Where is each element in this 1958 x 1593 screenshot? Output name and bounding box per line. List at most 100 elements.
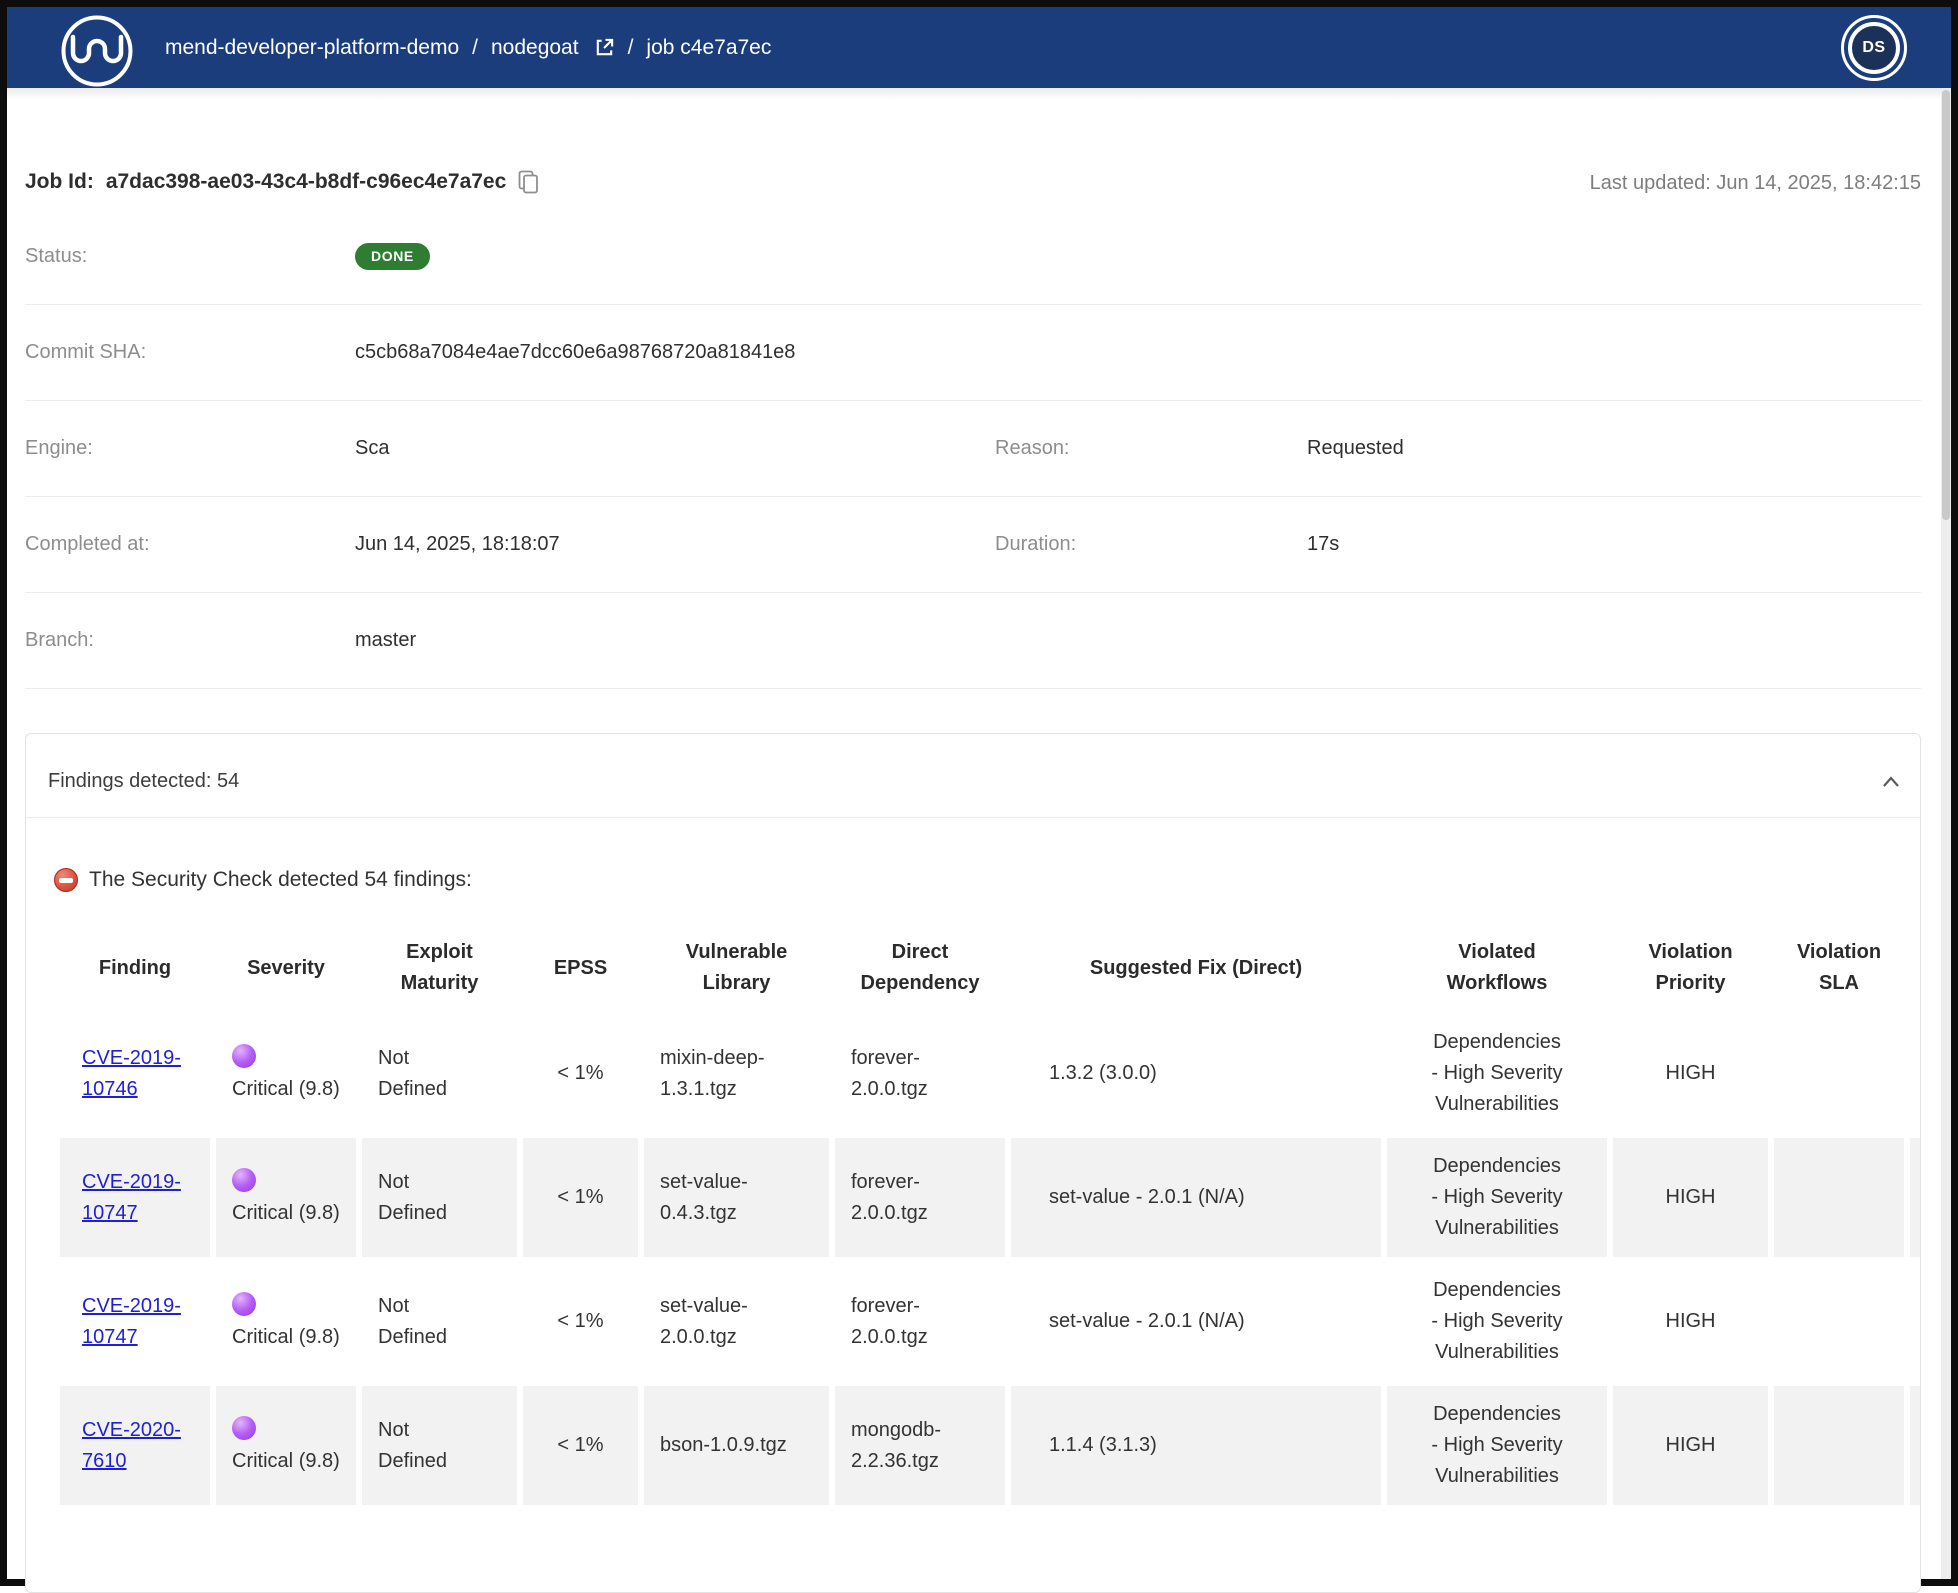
branch-value: master [355, 629, 995, 652]
severity-critical-icon [232, 1416, 256, 1440]
severity-critical-icon [232, 1044, 256, 1068]
status-badge: DONE [355, 243, 430, 270]
finding-row: CVE-2020-7610 Critical (9.8) Not Defined… [60, 1386, 1920, 1505]
commit-sha-value: c5cb68a7084e4ae7dcc60e6a98768720a81841e8 [355, 341, 995, 364]
finding-row: CVE-2019-10747 Critical (9.8) Not Define… [60, 1138, 1920, 1257]
findings-panel: Findings detected: 54 The Security Check… [25, 733, 1921, 1593]
suggested-fix-cell: 1.1.4 (3.1.3) [1011, 1386, 1381, 1505]
severity-cell: Critical (9.8) [216, 1262, 356, 1381]
navbar-shadow [7, 88, 1951, 100]
direct-dependency-cell: forever-2.0.0.tgz [835, 1262, 1005, 1381]
suggested-fix-cell: set-value - 2.0.1 (N/A) [1011, 1138, 1381, 1257]
epss-cell: < 1% [523, 1138, 638, 1257]
cve-link[interactable]: CVE-2019-10747 [82, 1295, 181, 1348]
findings-title: Findings detected: 54 [48, 770, 239, 793]
avatar-initials: DS [1848, 22, 1900, 74]
reason-label: Reason: [995, 437, 1307, 460]
col-violated-workflows: Violated Workflows [1387, 927, 1607, 1009]
job-id-value: a7dac398-ae03-43c4-b8df-c96ec4e7a7ec [106, 170, 506, 194]
breadcrumb: mend-developer-platform-demo / nodegoat … [165, 36, 771, 60]
mend-logo[interactable] [59, 13, 135, 89]
branch-label: Branch: [25, 629, 355, 652]
branch-row: Branch: master [25, 593, 1921, 689]
cve-link[interactable]: CVE-2019-10746 [82, 1047, 181, 1100]
table-header-row: Finding Severity Exploit Maturity EPSS V… [60, 927, 1920, 1009]
epss-cell: < 1% [523, 1262, 638, 1381]
direct-dependency-cell: forever-2.0.0.tgz [835, 1014, 1005, 1133]
severity-cell: Critical (9.8) [216, 1386, 356, 1505]
chevron-up-icon[interactable] [1882, 776, 1900, 788]
col-finding: Finding [60, 927, 210, 1009]
col-direct-dependency: Direct Dependency [835, 927, 1005, 1009]
job-id-label: Job Id: [25, 170, 94, 194]
direct-dependency-cell: forever-2.0.0.tgz [835, 1138, 1005, 1257]
severity-critical-icon [232, 1292, 256, 1316]
epss-cell: < 1% [523, 1386, 638, 1505]
vulnerable-library-cell: set-value-2.0.0.tgz [644, 1262, 829, 1381]
col-issue: Iss [1910, 927, 1920, 1009]
issue-cell[interactable]: # [1910, 1386, 1920, 1505]
commit-sha-label: Commit SHA: [25, 341, 355, 364]
findings-table: Finding Severity Exploit Maturity EPSS V… [54, 922, 1920, 1510]
duration-value: 17s [1307, 533, 1921, 556]
status-label: Status: [25, 245, 355, 268]
violation-priority-cell: HIGH [1613, 1386, 1768, 1505]
job-id-row: Job Id: a7dac398-ae03-43c4-b8df-c96ec4e7… [25, 170, 1921, 209]
vulnerable-library-cell: set-value-0.4.3.tgz [644, 1138, 829, 1257]
app-window: { "nav": { "breadcrumb": { "project": "m… [0, 0, 1958, 1586]
violation-priority-cell: HIGH [1613, 1014, 1768, 1133]
reason-value: Requested [1307, 437, 1921, 460]
violated-workflows-cell: Dependencies - High Severity Vulnerabili… [1387, 1386, 1607, 1505]
col-severity: Severity [216, 927, 356, 1009]
severity-critical-icon [232, 1168, 256, 1192]
page-scrollbar[interactable] [1941, 88, 1951, 1579]
finding-row: CVE-2019-10746 Critical (9.8) Not Define… [60, 1014, 1920, 1133]
findings-panel-body: The Security Check detected 54 findings:… [26, 868, 1920, 1540]
user-avatar[interactable]: DS [1841, 15, 1907, 81]
breadcrumb-project[interactable]: mend-developer-platform-demo [165, 36, 459, 60]
violation-sla-cell [1774, 1138, 1904, 1257]
duration-label: Duration: [995, 533, 1307, 556]
violation-sla-cell [1774, 1014, 1904, 1133]
exploit-maturity-cell: Not Defined [362, 1138, 517, 1257]
cve-link[interactable]: CVE-2019-10747 [82, 1171, 181, 1224]
cve-link[interactable]: CVE-2020-7610 [82, 1419, 181, 1472]
severity-cell: Critical (9.8) [216, 1014, 356, 1133]
violation-priority-cell: HIGH [1613, 1138, 1768, 1257]
exploit-maturity-cell: Not Defined [362, 1262, 517, 1381]
breadcrumb-separator: / [472, 36, 478, 60]
issue-cell[interactable]: # [1910, 1138, 1920, 1257]
last-updated: Last updated: Jun 14, 2025, 18:42:15 [1590, 172, 1921, 195]
epss-cell: < 1% [523, 1014, 638, 1133]
col-vulnerable-library: Vulnerable Library [644, 927, 829, 1009]
findings-panel-header[interactable]: Findings detected: 54 [26, 734, 1920, 818]
breadcrumb-separator: / [628, 36, 634, 60]
violated-workflows-cell: Dependencies - High Severity Vulnerabili… [1387, 1262, 1607, 1381]
col-epss: EPSS [523, 927, 638, 1009]
copy-icon[interactable] [518, 170, 539, 194]
completed-duration-row: Completed at: Jun 14, 2025, 18:18:07 Dur… [25, 497, 1921, 593]
col-violation-sla: Violation SLA [1774, 927, 1904, 1009]
issue-cell[interactable]: # [1910, 1014, 1920, 1133]
commit-row: Commit SHA: c5cb68a7084e4ae7dcc60e6a9876… [25, 305, 1921, 401]
direct-dependency-cell: mongodb-2.2.36.tgz [835, 1386, 1005, 1505]
severity-cell: Critical (9.8) [216, 1138, 356, 1257]
violation-sla-cell [1774, 1262, 1904, 1381]
exploit-maturity-cell: Not Defined [362, 1386, 517, 1505]
completed-at-value: Jun 14, 2025, 18:18:07 [355, 533, 995, 556]
scrollbar-thumb[interactable] [1942, 90, 1950, 520]
vulnerable-library-cell: mixin-deep-1.3.1.tgz [644, 1014, 829, 1133]
exploit-maturity-cell: Not Defined [362, 1014, 517, 1133]
violated-workflows-cell: Dependencies - High Severity Vulnerabili… [1387, 1014, 1607, 1133]
breadcrumb-repo[interactable]: nodegoat [491, 36, 579, 60]
violated-workflows-cell: Dependencies - High Severity Vulnerabili… [1387, 1138, 1607, 1257]
external-link-icon[interactable] [594, 37, 615, 58]
col-exploit-maturity: Exploit Maturity [362, 927, 517, 1009]
breadcrumb-job: job c4e7a7ec [646, 36, 771, 60]
no-entry-icon [54, 868, 78, 892]
issue-cell[interactable]: # [1910, 1262, 1920, 1381]
violation-sla-cell [1774, 1386, 1904, 1505]
status-row: Status: DONE [25, 209, 1921, 305]
vulnerable-library-cell: bson-1.0.9.tgz [644, 1386, 829, 1505]
completed-at-label: Completed at: [25, 533, 355, 556]
